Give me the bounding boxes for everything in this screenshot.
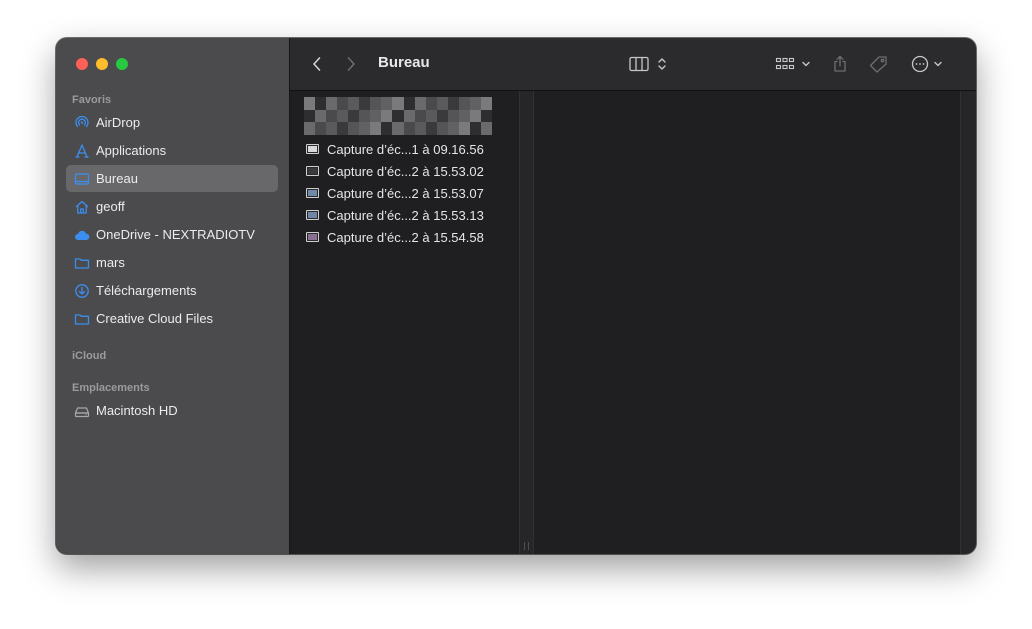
image-file-icon <box>306 166 319 176</box>
sidebar-item-macintosh-hd[interactable]: Macintosh HD <box>66 397 278 424</box>
folder-icon <box>74 311 90 327</box>
image-file-icon <box>306 232 319 242</box>
sidebar-item-mars[interactable]: mars <box>66 249 278 276</box>
zoom-button[interactable] <box>116 58 128 70</box>
sidebar-item-airdrop[interactable]: AirDrop <box>66 109 278 136</box>
sidebar-item-label: OneDrive - NEXTRADIOTV <box>96 227 255 242</box>
folder-icon <box>74 255 90 271</box>
sidebar-item-label: AirDrop <box>96 115 141 130</box>
resize-grip-icon <box>524 542 529 550</box>
home-icon <box>74 199 90 215</box>
columns-view-icon <box>629 56 649 72</box>
desktop-icon <box>74 171 90 187</box>
preview-column <box>534 91 960 554</box>
file-column: Capture d’éc...1 à 09.16.56 Capture d’éc… <box>290 91 519 554</box>
vertical-scrollbar[interactable] <box>960 91 976 554</box>
sidebar-item-label: Macintosh HD <box>96 403 178 418</box>
grid-icon <box>775 57 795 70</box>
group-button[interactable] <box>774 52 812 76</box>
column-resize-handle[interactable] <box>519 91 534 554</box>
tag-icon <box>869 56 887 73</box>
sidebar-item-geoff[interactable]: geoff <box>66 193 278 220</box>
file-name: Capture d’éc...2 à 15.53.13 <box>327 207 484 223</box>
file-item[interactable]: Capture d’éc...2 à 15.53.02 <box>306 161 484 181</box>
forward-button[interactable] <box>342 52 360 76</box>
ellipsis-circle-icon <box>911 55 929 73</box>
file-name: Capture d’éc...2 à 15.53.07 <box>327 185 484 201</box>
sidebar-item-bureau[interactable]: Bureau <box>66 165 278 192</box>
close-button[interactable] <box>76 58 88 70</box>
cloud-icon <box>74 227 90 243</box>
chevron-left-icon <box>313 57 321 71</box>
tag-button[interactable] <box>867 52 889 76</box>
image-file-icon <box>306 210 319 220</box>
more-actions-button[interactable] <box>908 52 946 76</box>
image-file-icon <box>306 188 319 198</box>
sidebar-item-onedrive[interactable]: OneDrive - NEXTRADIOTV <box>66 221 278 248</box>
file-item[interactable]: Capture d’éc...2 à 15.53.07 <box>306 183 484 203</box>
sidebar-item-applications[interactable]: Applications <box>66 137 278 164</box>
sidebar-item-label: Creative Cloud Files <box>96 311 214 326</box>
sidebar-item-label: mars <box>96 255 125 270</box>
downloads-icon <box>74 283 90 299</box>
toolbar: Bureau <box>290 38 976 91</box>
airdrop-icon <box>74 115 90 131</box>
sidebar-section-locations: Emplacements <box>72 382 150 394</box>
chevron-down-icon <box>934 61 942 67</box>
file-item[interactable]: Capture d’éc...2 à 15.53.13 <box>306 205 484 225</box>
chevron-right-icon <box>347 57 355 71</box>
file-name: Capture d’éc...1 à 09.16.56 <box>327 141 484 157</box>
sidebar: Favoris AirDrop Applications Bureau geof… <box>56 38 290 554</box>
finder-window: Favoris AirDrop Applications Bureau geof… <box>56 38 976 554</box>
sidebar-item-telechargements[interactable]: Téléchargements <box>66 277 278 304</box>
sidebar-item-label: Applications <box>96 143 167 158</box>
pixelated-redacted-item <box>304 97 492 135</box>
sidebar-item-label: Bureau <box>96 171 138 186</box>
chevron-down-icon <box>802 61 810 67</box>
file-item[interactable]: Capture d’éc...2 à 15.54.58 <box>306 227 484 247</box>
back-button[interactable] <box>308 52 326 76</box>
window-title: Bureau <box>378 54 430 71</box>
minimize-button[interactable] <box>96 58 108 70</box>
share-icon <box>834 55 846 72</box>
sidebar-section-favorites: Favoris <box>72 94 112 106</box>
file-name: Capture d’éc...2 à 15.54.58 <box>327 229 484 245</box>
applications-icon <box>74 143 90 159</box>
chevron-up-down-icon <box>658 58 666 70</box>
sidebar-item-label: Téléchargements <box>96 283 197 298</box>
sidebar-item-label: geoff <box>96 199 125 214</box>
file-name: Capture d’éc...2 à 15.53.02 <box>327 163 484 179</box>
file-item[interactable]: Capture d’éc...1 à 09.16.56 <box>306 139 484 159</box>
image-file-icon <box>306 144 319 154</box>
view-mode-button[interactable] <box>626 52 670 76</box>
window-controls <box>76 58 128 70</box>
sidebar-section-icloud: iCloud <box>72 350 107 362</box>
disk-icon <box>74 403 90 419</box>
sidebar-item-creative-cloud[interactable]: Creative Cloud Files <box>66 305 278 332</box>
share-button[interactable] <box>830 52 850 76</box>
